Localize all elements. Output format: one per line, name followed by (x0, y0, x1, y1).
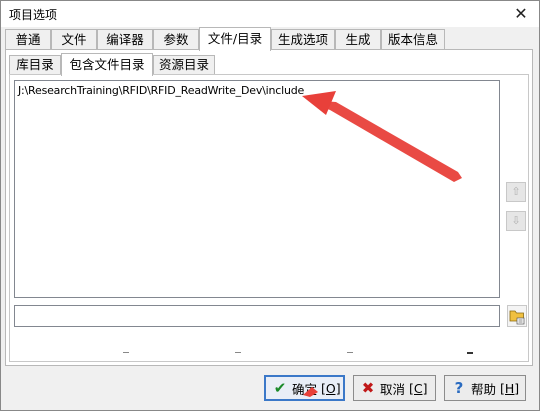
list-item[interactable]: J:\ResearchTraining\RFID\RFID_ReadWrite_… (18, 84, 304, 97)
ok-button[interactable]: ✔ 确定 [O] (264, 375, 345, 401)
divider (467, 352, 473, 354)
cancel-hotkey: [C] (409, 380, 428, 396)
window-title: 项目选项 (9, 8, 58, 22)
subtab-include-dirs[interactable]: 包含文件目录 (61, 53, 153, 76)
path-input[interactable] (14, 305, 500, 327)
divider (123, 352, 129, 353)
cancel-x-icon: ✖ (361, 379, 375, 397)
directory-list[interactable]: J:\ResearchTraining\RFID\RFID_ReadWrite_… (14, 80, 500, 298)
arrow-up-icon: ⇧ (511, 185, 521, 198)
include-dirs-panel: J:\ResearchTraining\RFID\RFID_ReadWrite_… (9, 74, 529, 362)
close-icon[interactable]: ✕ (509, 3, 533, 25)
ok-hotkey: [O] (321, 380, 341, 396)
divider (235, 352, 241, 353)
divider (347, 352, 353, 353)
help-label: 帮助 (471, 381, 497, 397)
tab-files[interactable]: 文件 (51, 29, 97, 50)
move-down-button[interactable]: ⇩ (506, 211, 526, 231)
project-options-dialog: 项目选项 ✕ 普通 文件 编译器 参数 文件/目录 生成选项 生成 版本信息 库… (0, 0, 540, 411)
subtab-resource-dirs[interactable]: 资源目录 (153, 55, 215, 75)
tab-parameters[interactable]: 参数 (153, 29, 199, 50)
tab-version-info[interactable]: 版本信息 (381, 29, 445, 50)
cancel-button[interactable]: ✖ 取消 [C] (353, 375, 436, 401)
tab-compiler[interactable]: 编译器 (97, 29, 153, 50)
help-icon: ? (454, 379, 464, 397)
browse-button[interactable] (507, 305, 527, 327)
tab-general[interactable]: 普通 (5, 29, 51, 50)
tab-build[interactable]: 生成 (335, 29, 381, 50)
ok-label: 确定 (292, 381, 318, 397)
tab-files-directories[interactable]: 文件/目录 (199, 27, 271, 51)
help-button[interactable]: ? 帮助 [H] (444, 375, 526, 401)
help-hotkey: [H] (500, 380, 520, 396)
subtab-library-dirs[interactable]: 库目录 (9, 55, 61, 75)
move-up-button[interactable]: ⇧ (506, 182, 526, 202)
check-icon: ✔ (273, 379, 287, 397)
tab-panel: 库目录 包含文件目录 资源目录 J:\ResearchTraining\RFID… (5, 49, 533, 366)
arrow-down-icon: ⇩ (511, 214, 521, 227)
cancel-label: 取消 (380, 381, 406, 397)
title-bar: 项目选项 ✕ (1, 1, 539, 27)
folder-browse-icon (509, 310, 525, 325)
tab-build-options[interactable]: 生成选项 (271, 29, 335, 50)
